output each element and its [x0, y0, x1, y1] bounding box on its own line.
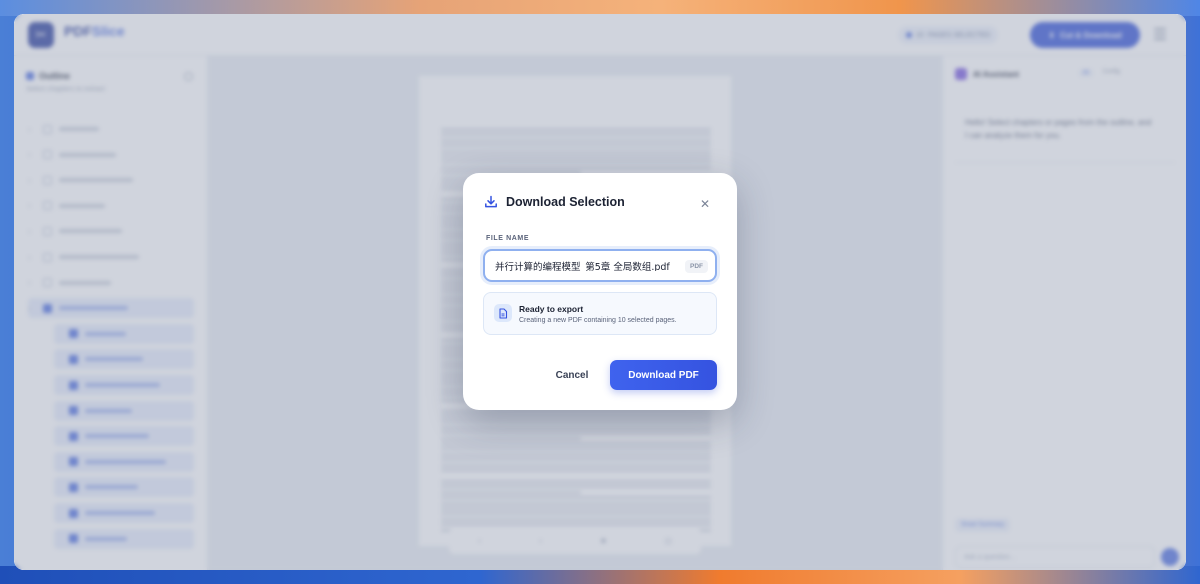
cancel-button[interactable]: Cancel	[547, 362, 597, 388]
download-pdf-button[interactable]: Download PDF	[610, 360, 717, 390]
info-heading: Ready to export	[519, 304, 584, 314]
info-text: Creating a new PDF containing 10 selecte…	[519, 317, 677, 324]
close-icon[interactable]: ✕	[698, 197, 712, 211]
export-info-box: Ready to export Creating a new PDF conta…	[483, 292, 717, 335]
file-name-label: FILE NAME	[486, 235, 530, 242]
file-name-field-wrapper: PDF	[483, 249, 717, 282]
dialog-header: Download Selection	[484, 195, 625, 209]
download-selection-dialog: Download Selection ✕ FILE NAME PDF Ready…	[463, 173, 737, 410]
file-name-input[interactable]	[495, 260, 679, 271]
document-icon	[494, 304, 512, 322]
download-icon	[485, 195, 497, 208]
extension-badge: PDF	[685, 260, 708, 273]
dialog-title: Download Selection	[506, 195, 625, 209]
